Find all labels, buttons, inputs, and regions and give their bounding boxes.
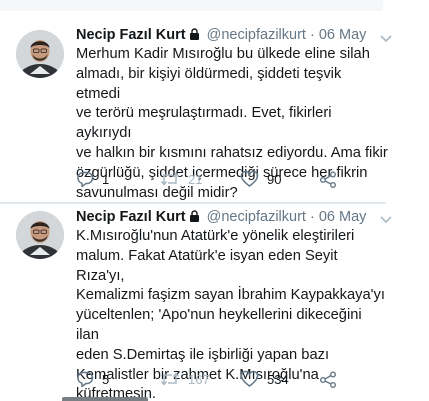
retweet-icon: [160, 370, 180, 388]
share-button[interactable]: [319, 169, 337, 189]
author-handle[interactable]: @necipfazilkurt: [207, 27, 306, 43]
like-button[interactable]: 534: [240, 369, 289, 389]
retweet-button[interactable]: 167: [160, 369, 210, 389]
caret-down-icon[interactable]: [380, 211, 392, 224]
share-icon: [319, 170, 337, 188]
like-icon: [240, 370, 259, 388]
reply-button[interactable]: 1: [76, 169, 109, 189]
like-icon: [240, 170, 259, 188]
tweet-actions: 1 21 90: [76, 169, 376, 189]
author-name[interactable]: Necip Fazıl Kurt: [76, 27, 186, 43]
reply-count: 1: [102, 171, 110, 187]
tweet-date[interactable]: 06 May: [319, 27, 367, 43]
retweet-count: 167: [188, 371, 210, 387]
lock-icon: [189, 209, 200, 222]
top-separator: [0, 0, 383, 11]
like-count: 90: [267, 171, 282, 187]
author-handle[interactable]: @necipfazilkurt: [207, 209, 306, 225]
tweet[interactable]: Necip Fazıl Kurt @necipfazilkurt · 06 Ma…: [0, 22, 429, 203]
author-name[interactable]: Necip Fazıl Kurt: [76, 209, 186, 225]
reply-count: 5: [102, 371, 110, 387]
reply-button[interactable]: 5: [76, 369, 109, 389]
retweet-count: 21: [188, 171, 203, 187]
reply-icon: [76, 370, 94, 388]
tweet[interactable]: Necip Fazıl Kurt @necipfazilkurt · 06 Ma…: [0, 203, 429, 401]
retweet-button[interactable]: 21: [160, 169, 202, 189]
avatar[interactable]: [16, 30, 64, 78]
like-button[interactable]: 90: [240, 169, 281, 189]
separator-dot: ·: [309, 27, 315, 43]
avatar[interactable]: [16, 211, 64, 259]
tweet-feed: Necip Fazıl Kurt @necipfazilkurt · 06 Ma…: [0, 0, 429, 401]
tweet-date[interactable]: 06 May: [319, 209, 367, 225]
bottom-overlay-tab: [62, 397, 148, 401]
like-count: 534: [267, 371, 289, 387]
caret-down-icon[interactable]: [380, 30, 392, 43]
separator-dot: ·: [309, 209, 315, 225]
tweet-header: Necip Fazıl Kurt @necipfazilkurt · 06 Ma…: [76, 26, 366, 44]
tweet-header: Necip Fazıl Kurt @necipfazilkurt · 06 Ma…: [76, 208, 366, 226]
reply-icon: [76, 170, 94, 188]
lock-icon: [189, 27, 200, 40]
tweet-actions: 5 167 534: [76, 369, 376, 389]
share-button[interactable]: [319, 369, 337, 389]
retweet-icon: [160, 170, 180, 188]
share-icon: [319, 370, 337, 388]
